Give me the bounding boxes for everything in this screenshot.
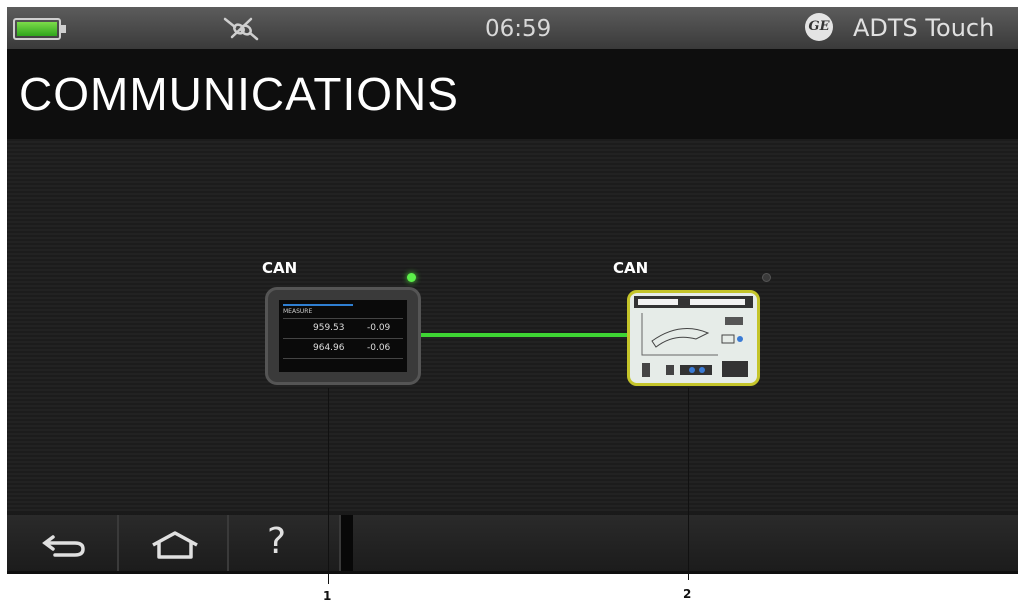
device1-reading-2-left: 964.96 [313, 343, 345, 353]
clock: 06:59 [485, 16, 552, 42]
help-icon: ? [267, 521, 287, 562]
home-button[interactable] [119, 515, 229, 571]
callout-1: 1 [323, 589, 332, 603]
device-screen: 06:59 GE ADTS Touch COMMUNICATIONS CAN M… [7, 7, 1018, 574]
title-bar: COMMUNICATIONS [7, 49, 1018, 139]
back-arrow-icon [42, 535, 85, 557]
callout-line-1 [328, 388, 329, 584]
ge-logo: GE [805, 13, 833, 41]
plug-disconnected-icon [223, 17, 259, 41]
app-name: ADTS Touch [853, 14, 995, 42]
device2-panel-graphic [634, 296, 753, 377]
help-button[interactable]: ? [229, 515, 341, 571]
device1-reading-1-right: -0.09 [367, 323, 391, 333]
page-title: COMMUNICATIONS [19, 68, 459, 120]
nav-divider [341, 515, 353, 571]
nav-empty-area [353, 515, 1018, 571]
device1-reading-2-right: -0.06 [367, 343, 391, 353]
callout-line-2 [688, 388, 689, 580]
device2-tile[interactable] [627, 290, 760, 386]
device1-status-led [407, 273, 416, 282]
battery-full-icon [13, 18, 66, 40]
communications-diagram: CAN MEASURE 959.53 -0.09 964.96 -0.06 CA… [7, 139, 1018, 511]
device1-screen-header: MEASURE [283, 308, 313, 315]
device1-screen-preview: MEASURE 959.53 -0.09 964.96 -0.06 [279, 300, 407, 372]
home-icon [152, 531, 198, 559]
status-bar: 06:59 GE ADTS Touch [7, 7, 1018, 49]
device2-status-led [762, 273, 771, 282]
device1-bus-label: CAN [262, 259, 298, 277]
device2-bus-label: CAN [613, 259, 649, 277]
navigation-bar: ? [7, 511, 1018, 574]
connection-link [421, 333, 627, 337]
back-button[interactable] [7, 515, 119, 571]
device1-tile[interactable]: MEASURE 959.53 -0.09 964.96 -0.06 [265, 287, 421, 385]
callout-2: 2 [683, 587, 692, 601]
device1-reading-1-left: 959.53 [313, 323, 345, 333]
